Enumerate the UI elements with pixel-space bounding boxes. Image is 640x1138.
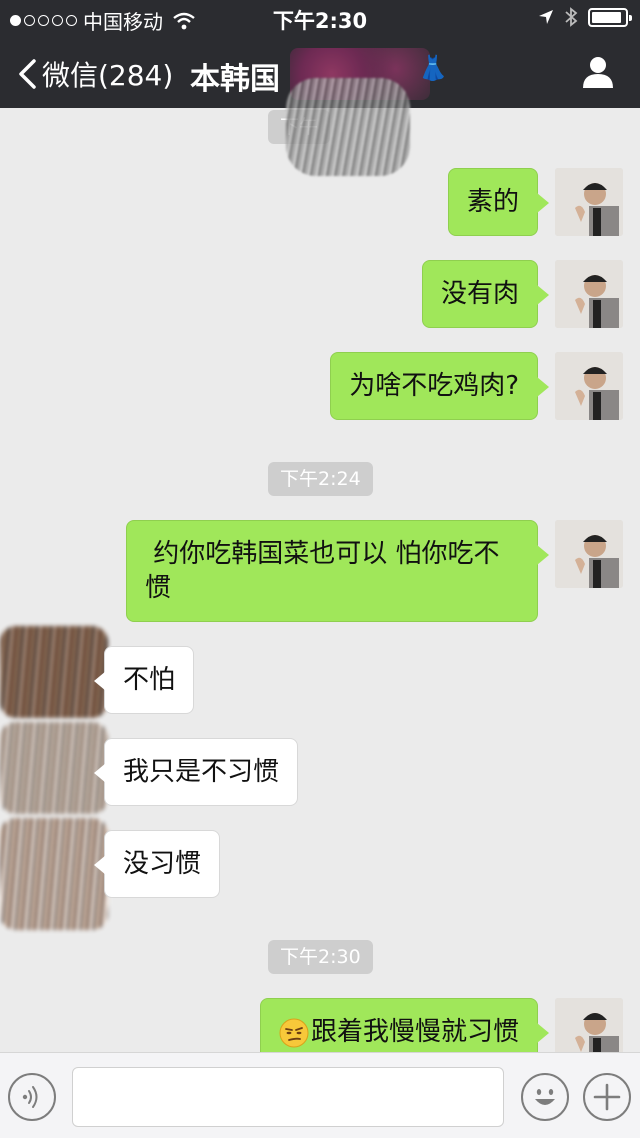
message-input[interactable] [72, 1067, 504, 1127]
voice-icon [22, 1086, 38, 1108]
voice-button[interactable] [8, 1073, 56, 1121]
bluetooth-icon [565, 7, 578, 27]
more-button[interactable] [583, 1073, 631, 1121]
dress-emoji-icon: 👗 [418, 54, 448, 82]
avatar[interactable] [0, 722, 108, 814]
avatar[interactable] [0, 626, 108, 718]
smirk-emoji-icon [279, 1018, 309, 1047]
message-bubble-outgoing[interactable]: 约你吃韩国菜也可以 怕你吃不惯 [126, 520, 549, 622]
status-bar: 中国移动 下午2:30 [0, 0, 640, 36]
message-bubble-outgoing[interactable]: 素的 [447, 168, 550, 236]
battery-icon [588, 7, 632, 27]
message-text: 我只是不习惯 [123, 757, 280, 787]
emoji-icon [535, 1089, 555, 1105]
message-text: 素的 [466, 187, 519, 217]
location-arrow-icon [539, 10, 553, 24]
timestamp: 下午2:24 [268, 462, 373, 496]
back-button[interactable]: 微信(284) [16, 54, 173, 94]
message-text: 没有肉 [440, 279, 519, 309]
avatar[interactable] [555, 260, 623, 328]
avatar[interactable] [555, 520, 623, 588]
message-bubble-incoming[interactable]: 我只是不习惯 [93, 738, 299, 806]
back-label: 微信(284) [42, 59, 174, 92]
message-bubble-incoming[interactable]: 没习惯 [93, 830, 221, 898]
message-text: 没习惯 [123, 849, 202, 879]
message-bubble-incoming[interactable]: 不怕 [93, 646, 195, 714]
person-icon[interactable] [580, 54, 616, 90]
redacted-smudge [286, 78, 410, 176]
chat-title: 本韩国 [190, 62, 280, 97]
message-text: 为啥不吃鸡肉? [349, 371, 519, 401]
emoji-button[interactable] [521, 1073, 569, 1121]
avatar[interactable] [555, 352, 623, 420]
message-bubble-outgoing[interactable]: 为啥不吃鸡肉? [330, 352, 549, 420]
timestamp: 下午2:30 [268, 940, 373, 974]
chevron-left-icon [19, 59, 36, 89]
avatar[interactable] [555, 168, 623, 236]
message-text: 跟着我慢慢就习惯 [310, 1017, 519, 1047]
message-bubble-outgoing[interactable]: 没有肉 [421, 260, 550, 328]
avatar[interactable] [0, 818, 108, 930]
input-bar [0, 1052, 640, 1138]
message-text: 约你吃韩国菜也可以 怕你吃不惯 [145, 539, 500, 603]
plus-icon [593, 1083, 621, 1111]
message-text: 不怕 [123, 665, 176, 695]
